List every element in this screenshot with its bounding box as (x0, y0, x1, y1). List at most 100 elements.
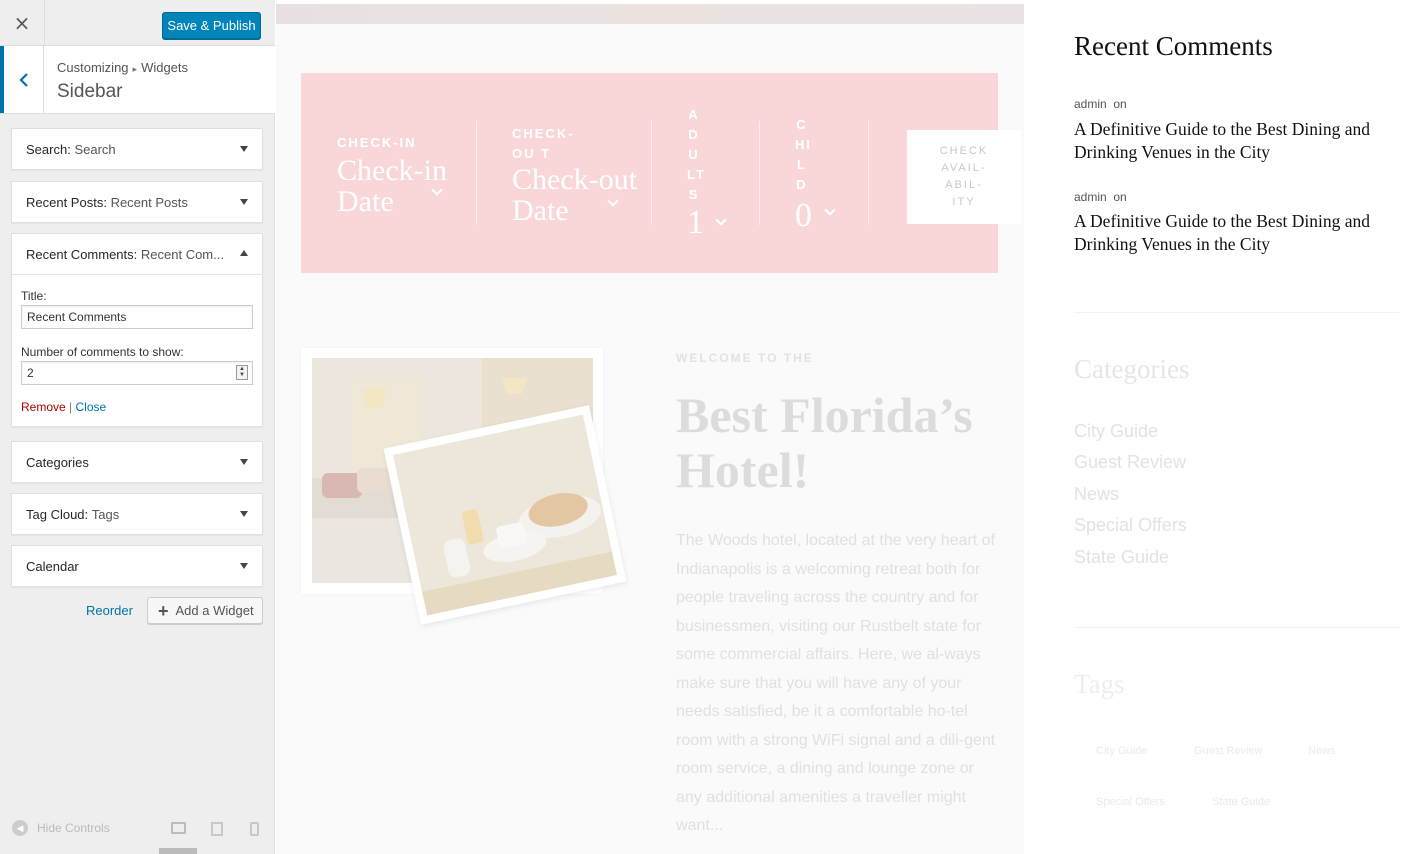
sidebar-divider (1074, 627, 1399, 628)
comment-post-link[interactable]: A Definitive Guide to the Best Dining an… (1074, 210, 1399, 256)
adults-label-3: LT (687, 167, 706, 182)
tag-link[interactable]: Guest Review (1194, 745, 1262, 757)
customizer-header: × Save & Publish (0, 0, 275, 46)
expand-arrow-icon[interactable] (240, 563, 248, 569)
site-sidebar: Recent Comments admin on A Definitive Gu… (1074, 0, 1404, 854)
checkout-value: Check-out Date (512, 163, 637, 227)
adults-field[interactable]: A D U LT S 1 (687, 105, 706, 241)
back-button[interactable] (0, 46, 44, 113)
category-link[interactable]: Guest Review (1074, 452, 1186, 473)
save-publish-button[interactable]: Save & Publish (162, 12, 261, 39)
comment-author: admin (1074, 97, 1107, 111)
hide-controls-button[interactable]: ◀ Hide Controls (12, 820, 110, 836)
site-preview: CHECK-IN Check-in Date CHECK-OU T Check-… (276, 0, 1419, 854)
widget-header-categories[interactable]: Categories (12, 442, 262, 482)
widget-header-recent-posts[interactable]: Recent Posts: Recent Posts (12, 182, 262, 222)
widget-name: Recent Posts (26, 194, 104, 210)
breadcrumb-root: Customizing (57, 60, 129, 75)
chevron-left-icon (18, 72, 28, 87)
comment-meta: admin on (1074, 97, 1127, 111)
customizer-panel: × Save & Publish Customizing ▸ Widgets Sid… (0, 0, 275, 854)
active-device-indicator (159, 848, 197, 854)
child-label-3: D (796, 177, 808, 192)
checkout-field[interactable]: CHECK-OU T Check-out Date (512, 124, 647, 226)
widget-title: Tags (91, 506, 120, 522)
widget-tag-cloud: Tag Cloud: Tags (11, 493, 263, 535)
recent-comments-title: Recent Comments (1074, 31, 1273, 61)
check-availability-button[interactable]: CHECK AVAIL- ABIL- ITY (907, 130, 1021, 224)
comment-post-link[interactable]: A Definitive Guide to the Best Dining an… (1074, 118, 1399, 164)
comment-meta: admin on (1074, 190, 1127, 204)
tablet-preview-icon[interactable] (211, 822, 223, 836)
widget-title: Recent Posts (110, 194, 188, 210)
checkout-label: CHECK-OU T (512, 126, 575, 161)
widget-header-search[interactable]: Search: Search (12, 129, 262, 169)
checkin-field[interactable]: CHECK-IN Check-in Date (337, 135, 457, 217)
children-field[interactable]: C HI L D 0 (795, 115, 812, 233)
tag-link[interactable]: Special Offers (1096, 796, 1165, 808)
widget-calendar: Calendar (11, 545, 263, 587)
child-label-0: C (796, 117, 808, 132)
action-divider: | (69, 400, 73, 414)
widget-form: Title: Number of comments to show: ▲▼ Re… (12, 274, 262, 426)
breadcrumb-current: Widgets (141, 60, 189, 75)
chevron-down-icon (715, 214, 727, 226)
expand-arrow-icon[interactable] (240, 199, 248, 205)
mobile-preview-icon[interactable] (250, 822, 259, 836)
comment-author: admin (1074, 190, 1107, 204)
title-input[interactable] (21, 305, 253, 329)
close-link[interactable]: Close (76, 400, 107, 414)
close-customizer-button[interactable]: × (0, 0, 45, 46)
comment-count-input[interactable] (21, 361, 253, 385)
comment-on: on (1113, 97, 1127, 111)
chevron-down-icon (824, 204, 836, 216)
divider (651, 121, 652, 225)
check-btn-line-0: CHECK (939, 145, 989, 157)
add-widget-label: Add a Widget (175, 603, 254, 618)
reorder-link[interactable]: Reorder (86, 603, 133, 618)
widget-header-recent-comments[interactable]: Recent Comments: Recent Com... (12, 234, 262, 274)
widget-actions: Remove | Close (21, 400, 253, 414)
widget-name: Categories (26, 454, 89, 470)
sidebar-divider (1074, 312, 1399, 313)
category-link[interactable]: News (1074, 484, 1119, 505)
comment-count-label: Number of comments to show: (21, 345, 184, 359)
checkin-label: CHECK-IN (337, 135, 417, 150)
widget-name: Tag Cloud (26, 506, 85, 522)
child-label-2: L (797, 157, 807, 172)
remove-link[interactable]: Remove (21, 400, 66, 414)
widget-header-tag-cloud[interactable]: Tag Cloud: Tags (12, 494, 262, 534)
add-widget-button[interactable]: + Add a Widget (147, 597, 263, 624)
adults-value: 1 (687, 204, 704, 241)
tag-link[interactable]: News (1308, 745, 1336, 757)
number-spinner-icon[interactable]: ▲ ▼ (236, 365, 248, 380)
hide-controls-label: Hide Controls (37, 821, 110, 835)
divider (476, 121, 477, 225)
widget-header-calendar[interactable]: Calendar (12, 546, 262, 586)
collapse-icon: ◀ (12, 820, 28, 836)
tag-link[interactable]: City Guide (1096, 745, 1147, 757)
widget-search: Search: Search (11, 128, 263, 170)
tag-link[interactable]: State Guide (1212, 796, 1270, 808)
category-link[interactable]: City Guide (1074, 421, 1158, 442)
widget-recent-comments: Recent Comments: Recent Com... Title: Nu… (11, 233, 263, 427)
desktop-preview-icon[interactable] (171, 822, 186, 834)
breadcrumb-separator-icon: ▸ (132, 64, 138, 74)
customizer-footer: ◀ Hide Controls (0, 806, 275, 854)
section-title: Sidebar (57, 81, 123, 102)
title-label: Title: (21, 289, 47, 303)
section-header: Customizing ▸ Widgets Sidebar (0, 46, 275, 114)
comment-on: on (1113, 190, 1127, 204)
expand-arrow-icon[interactable] (240, 459, 248, 465)
check-btn-line-3: ITY (952, 196, 976, 208)
category-link[interactable]: State Guide (1074, 547, 1169, 568)
expand-arrow-icon[interactable] (240, 511, 248, 517)
tags-title: Tags (1074, 669, 1125, 699)
comment-count-field: ▲▼ (21, 361, 253, 385)
plus-icon: + (158, 600, 169, 621)
collapse-arrow-icon[interactable] (240, 250, 248, 256)
expand-arrow-icon[interactable] (240, 146, 248, 152)
hero-image-strip (276, 4, 1024, 24)
category-link[interactable]: Special Offers (1074, 515, 1187, 536)
close-icon: × (13, 11, 31, 35)
